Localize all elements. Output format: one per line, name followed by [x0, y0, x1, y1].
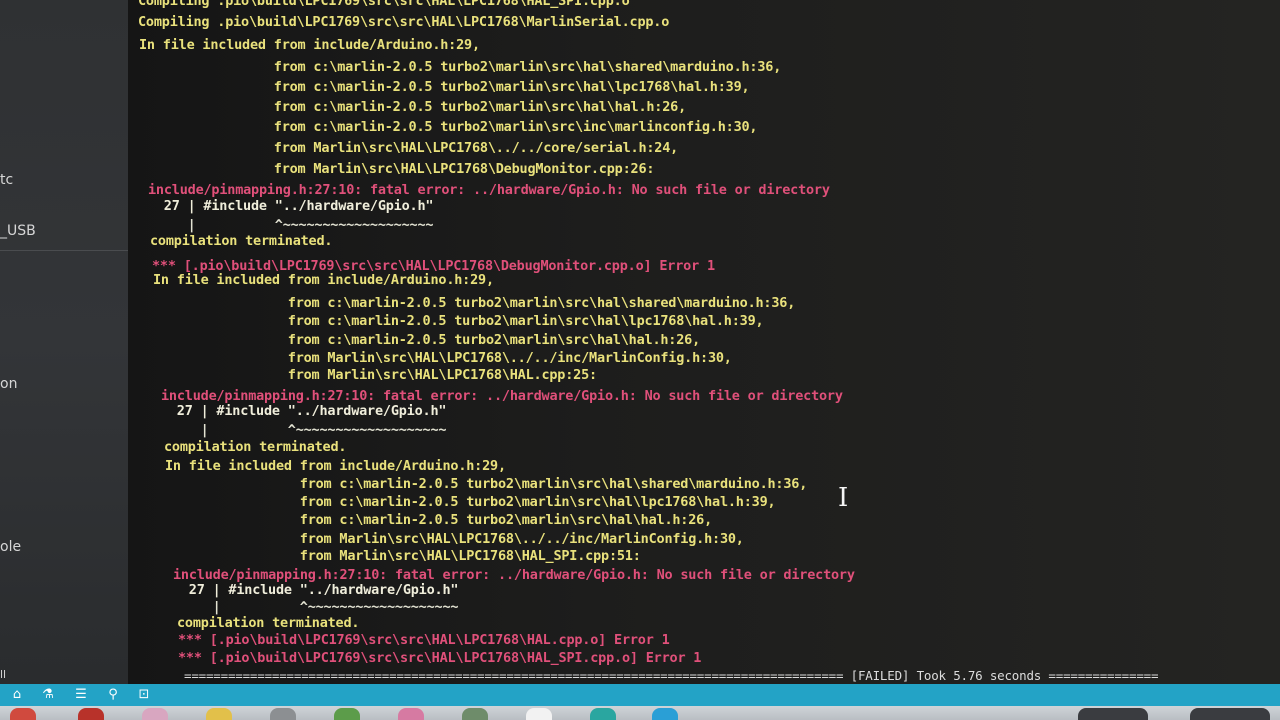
terminal-line: from c:\marlin-2.0.5 turbo2\marlin\src\h… [165, 476, 808, 492]
taskbar-app-icon[interactable] [1078, 708, 1148, 720]
terminal-line: from c:\marlin-2.0.5 turbo2\marlin\src\h… [139, 99, 687, 115]
terminal-line: | ^~~~~~~~~~~~~~~~~~~~ [153, 422, 447, 438]
terminal-line: from Marlin\src\HAL\LPC1768\../../inc/Ma… [165, 531, 744, 547]
terminal-line: from Marlin\src\HAL\LPC1768\HAL.cpp:25: [153, 367, 597, 383]
taskbar-app-icon[interactable] [590, 708, 616, 720]
terminal-line: from Marlin\src\HAL\LPC1768\../../core/s… [139, 140, 679, 156]
terminal-error-line: *** [.pio\build\LPC1769\src\src\HAL\LPC1… [178, 632, 670, 648]
terminal-line: Compiling .pio\build\LPC1769\src\src\HAL… [138, 0, 630, 9]
taskbar-app-icon[interactable] [78, 708, 104, 720]
terminal-line: from c:\marlin-2.0.5 turbo2\marlin\src\h… [153, 313, 764, 329]
terminal-line: from c:\marlin-2.0.5 turbo2\marlin\src\h… [153, 295, 796, 311]
terminal-panel[interactable]: Compiling .pio\build\LPC1769\src\src\HAL… [128, 0, 1280, 684]
taskbar-app-icon[interactable] [1190, 708, 1270, 720]
terminal-line: from c:\marlin-2.0.5 turbo2\marlin\src\h… [165, 512, 713, 528]
home-icon[interactable]: ⌂ [8, 686, 26, 704]
taskbar-app-icon[interactable] [10, 708, 36, 720]
terminal-line: from c:\marlin-2.0.5 turbo2\marlin\src\h… [165, 494, 776, 510]
text-cursor-icon: I [838, 483, 849, 513]
os-taskbar [0, 706, 1280, 720]
flask-icon[interactable]: ⚗ [39, 686, 57, 704]
terminal-line: In file included from include/Arduino.h:… [139, 37, 480, 53]
terminal-line: 27 | #include "../hardware/Gpio.h" [140, 198, 434, 214]
sidebar-divider [0, 250, 128, 251]
status-bar: ⌂ ⚗ ☰ ⚲ ⊡ [0, 684, 1280, 706]
pin-icon[interactable]: ⚲ [104, 686, 122, 704]
terminal-line: Compiling .pio\build\LPC1769\src\src\HAL… [138, 14, 670, 30]
sidebar-item-on[interactable]: on [0, 376, 17, 392]
terminal-line: from c:\marlin-2.0.5 turbo2\marlin\src\h… [139, 79, 750, 95]
taskbar-app-icon[interactable] [526, 708, 552, 720]
terminal-line: 27 | #include "../hardware/Gpio.h" [165, 582, 459, 598]
terminal-line: from c:\marlin-2.0.5 turbo2\marlin\src\i… [139, 119, 758, 135]
terminal-error-line: *** [.pio\build\LPC1769\src\src\HAL\LPC1… [178, 650, 702, 666]
terminal-line: from Marlin\src\HAL\LPC1768\HAL_SPI.cpp:… [165, 548, 641, 564]
terminal-line: compilation terminated. [150, 233, 333, 249]
sidebar-item-bottom[interactable]: ll [0, 668, 6, 681]
terminal-line: In file included from include/Arduino.h:… [153, 272, 494, 288]
terminal-line: compilation terminated. [177, 615, 360, 631]
taskbar-app-icon[interactable] [270, 708, 296, 720]
terminal-icon[interactable]: ⊡ [135, 686, 153, 704]
terminal-line: In file included from include/Arduino.h:… [165, 458, 506, 474]
taskbar-app-icon[interactable] [142, 708, 168, 720]
sidebar-item-usb[interactable]: _USB [0, 223, 36, 239]
taskbar-app-icon[interactable] [334, 708, 360, 720]
terminal-line: compilation terminated. [164, 439, 347, 455]
taskbar-app-icon[interactable] [398, 708, 424, 720]
terminal-line: from c:\marlin-2.0.5 turbo2\marlin\src\h… [139, 59, 782, 75]
terminal-line: 27 | #include "../hardware/Gpio.h" [153, 403, 447, 419]
sidebar-item-etc[interactable]: tc [0, 172, 13, 188]
terminal-line: from c:\marlin-2.0.5 turbo2\marlin\src\h… [153, 332, 701, 348]
list-icon[interactable]: ☰ [72, 686, 90, 704]
terminal-summary-line: ========================================… [184, 668, 1159, 683]
taskbar-app-icon[interactable] [652, 708, 678, 720]
taskbar-app-icon[interactable] [206, 708, 232, 720]
terminal-line: from Marlin\src\HAL\LPC1768\../../inc/Ma… [153, 350, 732, 366]
taskbar-app-icon[interactable] [462, 708, 488, 720]
explorer-sidebar: tc _USB on ole ll [0, 0, 129, 684]
sidebar-item-console[interactable]: ole [0, 539, 21, 555]
terminal-line: from Marlin\src\HAL\LPC1768\DebugMonitor… [139, 161, 655, 177]
